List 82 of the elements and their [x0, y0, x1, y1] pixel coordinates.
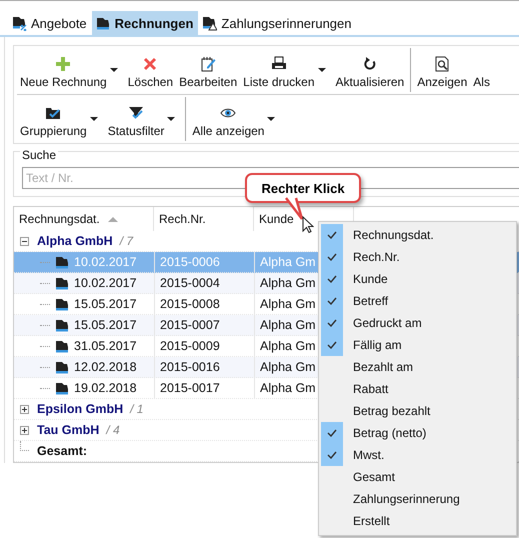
document-icon — [54, 380, 70, 396]
document-icon — [54, 359, 70, 375]
group-name: Epsilon GmbH — [37, 402, 124, 416]
table-cell: Alpha Gm — [260, 255, 316, 269]
table-cell: 12.02.2018 — [74, 360, 137, 374]
table-cell: 19.02.2018 — [74, 381, 137, 395]
table-cell: 2015-0016 — [160, 360, 220, 374]
table-cell: 2015-0008 — [160, 297, 220, 311]
menu-item[interactable]: Betrag bezahlt — [321, 400, 516, 422]
document-icon — [94, 15, 111, 31]
toolbar-button[interactable]: Bearbeiten — [176, 48, 240, 92]
plus-icon — [55, 56, 72, 72]
toolbar-button[interactable]: Statusfilter — [104, 96, 182, 142]
document-icon — [54, 296, 70, 312]
tab[interactable]: Zahlungserinnerungen — [198, 11, 357, 35]
expand-icon[interactable] — [20, 404, 29, 414]
toolbar-button[interactable]: Gruppierung — [17, 96, 105, 142]
notepad-icon — [200, 56, 216, 72]
table-cell: 2015-0017 — [160, 381, 220, 395]
table-cell: Alpha Gm — [260, 276, 316, 290]
collapse-icon[interactable] — [20, 236, 29, 246]
toolbar-button[interactable]: Anzeigen — [414, 48, 470, 92]
group-count: / 7 — [120, 234, 134, 248]
total-label: Gesamt: — [37, 444, 88, 458]
tab[interactable]: Angebote — [8, 11, 92, 35]
group-count: / 1 — [130, 402, 144, 416]
table-cell: 2015-0006 — [160, 255, 220, 269]
document-icon — [54, 275, 70, 291]
menu-item[interactable]: Gedruckt am — [321, 312, 516, 334]
group-name: Alpha GmbH — [37, 234, 113, 248]
menu-item[interactable]: Rechnungsdat. — [321, 224, 516, 246]
table-cell: 2015-0007 — [160, 318, 220, 332]
toolbar-button[interactable]: Alle anzeigen — [189, 96, 282, 142]
document-icon — [54, 317, 70, 333]
menu-item[interactable]: Zahlungserinnerung — [321, 488, 516, 510]
expand-icon[interactable] — [20, 426, 29, 434]
toolbar-button[interactable]: Löschen — [124, 48, 176, 92]
callout-text: Rechter Klick — [261, 180, 345, 196]
toolbar-button[interactable]: Liste drucken — [240, 48, 333, 92]
tab[interactable]: Rechnungen — [92, 11, 198, 35]
table-cell: 10.02.2017 — [74, 276, 137, 290]
document-icon — [11, 15, 27, 31]
table-cell: Alpha Gm — [260, 318, 316, 332]
toolbar-button[interactable]: Aktualisieren — [332, 48, 408, 92]
printer-icon — [270, 56, 287, 72]
document-icon — [54, 338, 70, 354]
caret-icon — [110, 68, 118, 72]
menu-item[interactable]: Bezahlt am — [321, 356, 516, 378]
table-cell: 2015-0004 — [160, 276, 220, 290]
table-cell: 15.05.2017 — [74, 297, 137, 311]
document-icon — [201, 15, 218, 31]
cursor-icon — [302, 216, 314, 234]
caret-icon — [167, 117, 176, 121]
table-cell: Alpha Gm — [260, 339, 316, 353]
menu-item[interactable]: Gesamt — [321, 466, 516, 488]
filter-icon — [128, 104, 144, 120]
search-label: Suche — [20, 148, 58, 162]
table-cell: 2015-0009 — [160, 339, 220, 353]
column-header[interactable]: Rechnungsdat. — [14, 207, 154, 231]
toolbar-button[interactable]: Neue Rechnung — [17, 48, 125, 92]
group-name: Tau GmbH — [37, 423, 100, 437]
delete-icon — [142, 56, 158, 72]
menu-item[interactable]: Betrag (netto) — [321, 422, 516, 444]
preview-icon — [434, 56, 450, 72]
table-cell: Alpha Gm — [260, 297, 316, 311]
caret-icon — [90, 117, 98, 121]
column-header[interactable]: Rech.Nr. — [154, 207, 254, 231]
table-cell: Alpha Gm — [260, 381, 316, 395]
menu-item[interactable]: Mwst. — [321, 444, 516, 466]
toolbar-button[interactable]: Als — [470, 48, 493, 92]
refresh-icon — [362, 56, 378, 72]
menu-item[interactable]: Erstellt — [321, 510, 516, 532]
group-count: / 4 — [106, 423, 120, 437]
table-cell: 31.05.2017 — [74, 339, 137, 353]
caret-icon — [267, 117, 276, 121]
table-cell: 10.02.2017 — [74, 255, 137, 269]
table-cell: Alpha Gm — [260, 360, 316, 374]
table-cell: 15.05.2017 — [74, 318, 137, 332]
caret-icon — [318, 68, 326, 72]
menu-item[interactable]: Fällig am — [321, 334, 516, 356]
document-icon — [54, 254, 70, 270]
menu-item[interactable]: Rabatt — [321, 378, 516, 400]
